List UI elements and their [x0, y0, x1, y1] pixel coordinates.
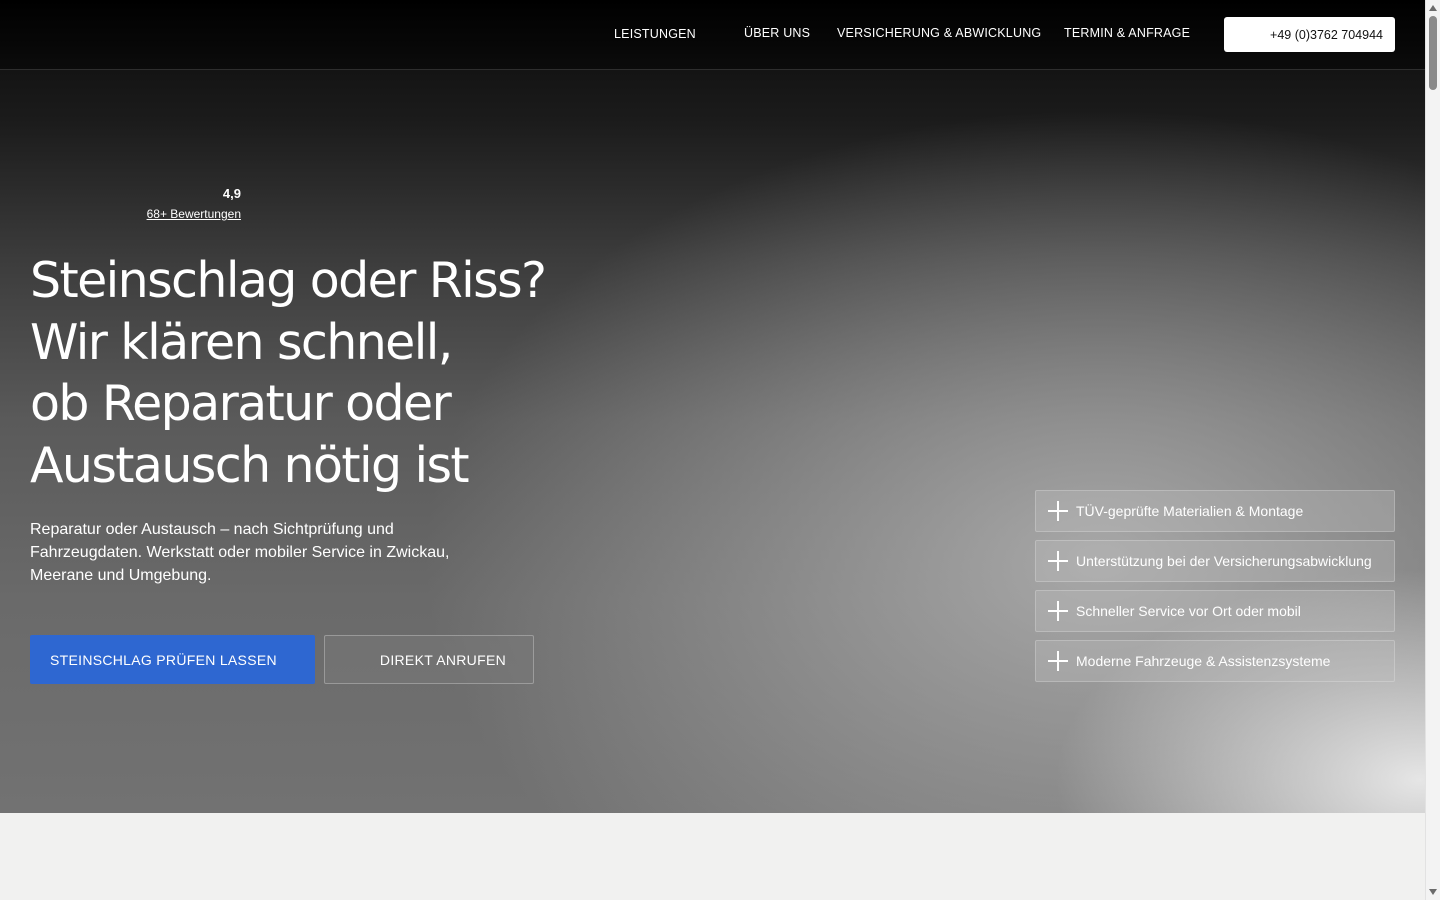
plus-icon	[1048, 601, 1068, 621]
rating-block: 4,9 68+ Bewertungen	[140, 186, 241, 221]
hero-subtext: Reparatur oder Austausch – nach Sichtprü…	[30, 521, 450, 584]
nav-link-versicherung[interactable]: VERSICHERUNG & ABWICKLUNG	[837, 26, 1041, 40]
headline-line: Steinschlag oder Riss?	[30, 252, 547, 309]
hero-headline: Steinschlag oder Riss? Wir klären schnel…	[30, 250, 630, 496]
plus-icon	[1048, 501, 1068, 521]
phone-button-label: +49 (0)3762 704944	[1270, 27, 1383, 42]
call-directly-button[interactable]: DIREKT ANRUFEN	[324, 635, 534, 684]
feature-label: Unterstützung bei der Versicherungsabwic…	[1076, 553, 1372, 569]
headline-line: Austausch nötig ist	[30, 436, 470, 494]
header: LEISTUNGEN ÜBER UNS VERSICHERUNG & ABWIC…	[0, 0, 1425, 70]
nav-link-leistungen[interactable]: LEISTUNGEN	[614, 27, 696, 41]
feature-item[interactable]: TÜV-geprüfte Materialien & Montage	[1035, 490, 1395, 532]
hero-section: LEISTUNGEN ÜBER UNS VERSICHERUNG & ABWIC…	[0, 0, 1425, 813]
feature-label: Moderne Fahrzeuge & Assistenzsysteme	[1076, 653, 1331, 669]
check-stone-chip-button[interactable]: STEINSCHLAG PRÜFEN LASSEN	[30, 635, 315, 684]
scroll-up-arrow-icon[interactable]	[1429, 5, 1437, 11]
page-scrollbar[interactable]	[1425, 0, 1440, 900]
feature-item[interactable]: Schneller Service vor Ort oder mobil	[1035, 590, 1395, 632]
phone-button[interactable]: +49 (0)3762 704944	[1224, 17, 1395, 52]
page: LEISTUNGEN ÜBER UNS VERSICHERUNG & ABWIC…	[0, 0, 1425, 900]
headline-line: Wir klären schnell,	[30, 313, 453, 371]
rating-count-link[interactable]: 68+ Bewertungen	[140, 207, 241, 221]
feature-label: TÜV-geprüfte Materialien & Montage	[1076, 503, 1304, 519]
nav-link-ueber-uns[interactable]: ÜBER UNS	[744, 26, 810, 40]
nav-link-termin[interactable]: TERMIN & ANFRAGE	[1064, 26, 1190, 40]
feature-list: TÜV-geprüfte Materialien & Montage Unter…	[1035, 490, 1395, 690]
plus-icon	[1048, 651, 1068, 671]
feature-label: Schneller Service vor Ort oder mobil	[1076, 603, 1301, 619]
plus-icon	[1048, 551, 1068, 571]
rating-score: 4,9	[222, 186, 241, 201]
scroll-thumb[interactable]	[1429, 16, 1437, 90]
scroll-down-arrow-icon[interactable]	[1429, 889, 1437, 895]
feature-item[interactable]: Unterstützung bei der Versicherungsabwic…	[1035, 540, 1395, 582]
feature-item[interactable]: Moderne Fahrzeuge & Assistenzsysteme	[1035, 640, 1395, 682]
headline-line: ob Reparatur oder	[30, 375, 452, 432]
